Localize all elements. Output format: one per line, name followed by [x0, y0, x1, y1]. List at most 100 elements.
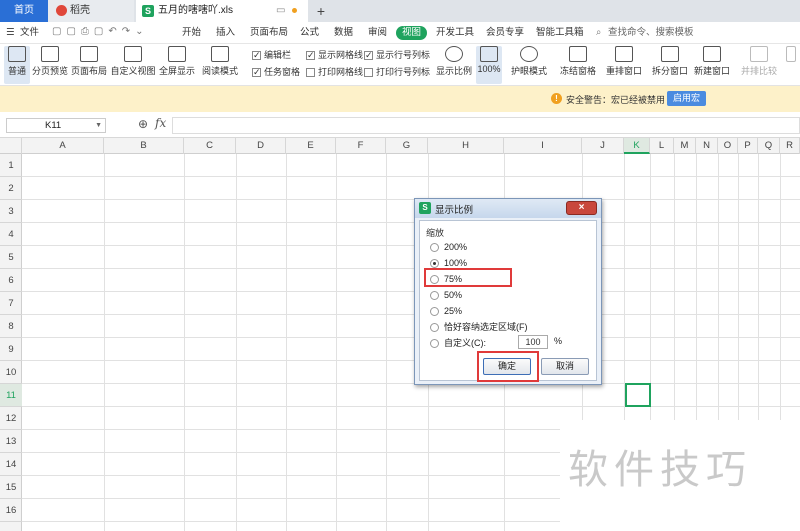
- menu-file[interactable]: 文件: [20, 26, 39, 40]
- radio-custom[interactable]: 自定义(C):: [430, 337, 486, 350]
- menu-formula[interactable]: 公式: [300, 26, 319, 40]
- checkbox-gridlines[interactable]: 显示网格线: [306, 49, 363, 62]
- zoom-icon: [445, 46, 463, 62]
- row-header[interactable]: 14: [0, 453, 22, 476]
- spreadsheet-icon: S: [142, 5, 154, 17]
- column-header[interactable]: O: [718, 138, 738, 154]
- cancel-button[interactable]: 取消: [541, 358, 589, 375]
- checkbox-print-headings[interactable]: 打印行号列标: [364, 66, 430, 79]
- radio-50[interactable]: 50%: [430, 289, 462, 302]
- fx-icon[interactable]: fx: [155, 116, 166, 130]
- page-layout-button[interactable]: 页面布局: [70, 46, 108, 84]
- close-button[interactable]: ×: [566, 201, 597, 215]
- column-header[interactable]: L: [650, 138, 674, 154]
- column-header[interactable]: D: [236, 138, 286, 154]
- tab-daoke-label: 稻壳: [70, 5, 90, 16]
- security-warning-bar: ! 安全警告：宏已经被禁用 启用宏: [0, 86, 800, 112]
- row-header[interactable]: 8: [0, 315, 22, 338]
- dialog-titlebar[interactable]: S 显示比例 ×: [415, 199, 601, 218]
- column-header[interactable]: B: [104, 138, 184, 154]
- row-header[interactable]: 7: [0, 292, 22, 315]
- monitor-icon[interactable]: ▭: [276, 0, 285, 22]
- zoom-ratio-button[interactable]: 显示比例: [434, 46, 474, 84]
- ribbon-more-icon[interactable]: [784, 46, 798, 84]
- radio-25[interactable]: 25%: [430, 305, 462, 318]
- column-header[interactable]: M: [674, 138, 696, 154]
- freeze-panes-button[interactable]: 冻结窗格: [556, 46, 600, 84]
- row-header[interactable]: 10: [0, 361, 22, 384]
- menu-smart-tools[interactable]: 智能工具箱: [536, 26, 584, 40]
- select-all-corner[interactable]: [0, 138, 22, 154]
- custom-view-button[interactable]: 自定义视图: [110, 46, 156, 84]
- dialog-title: 显示比例: [435, 205, 474, 216]
- radio-fit-selection[interactable]: 恰好容纳选定区域(F): [430, 321, 528, 334]
- column-header[interactable]: R: [780, 138, 800, 154]
- hamburger-icon[interactable]: ☰: [6, 26, 15, 40]
- column-header[interactable]: A: [22, 138, 104, 154]
- checkbox-task-pane[interactable]: 任务窗格: [252, 66, 300, 79]
- warning-icon: !: [551, 93, 562, 104]
- row-header[interactable]: 2: [0, 177, 22, 200]
- menu-developer[interactable]: 开发工具: [436, 26, 474, 40]
- column-header[interactable]: G: [386, 138, 428, 154]
- column-header[interactable]: H: [428, 138, 504, 154]
- new-tab-button[interactable]: +: [312, 0, 330, 22]
- menu-insert[interactable]: 插入: [216, 26, 235, 40]
- column-header[interactable]: J: [582, 138, 624, 154]
- split-window-button[interactable]: 拆分窗口: [650, 46, 690, 84]
- column-header[interactable]: P: [738, 138, 758, 154]
- checkbox-print-gridlines[interactable]: 打印网格线: [306, 66, 363, 79]
- magnifier-icon[interactable]: ⊕: [138, 117, 148, 131]
- row-header[interactable]: 4: [0, 223, 22, 246]
- arrange-windows-button[interactable]: 重排窗口: [604, 46, 644, 84]
- split-icon: [661, 46, 679, 62]
- checkbox-headings[interactable]: 显示行号列标: [364, 49, 430, 62]
- row-header[interactable]: 16: [0, 499, 22, 522]
- radio-200[interactable]: 200%: [430, 241, 467, 254]
- column-header[interactable]: F: [336, 138, 386, 154]
- tab-daoke[interactable]: 稻壳: [48, 0, 134, 22]
- row-header-active[interactable]: 11: [0, 384, 22, 407]
- row-header[interactable]: 6: [0, 269, 22, 292]
- row-header[interactable]: 13: [0, 430, 22, 453]
- fullscreen-icon: [168, 46, 186, 62]
- row-header[interactable]: 12: [0, 407, 22, 430]
- new-window-button[interactable]: 新建窗口: [692, 46, 732, 84]
- enable-macro-button[interactable]: 启用宏: [667, 91, 707, 106]
- menu-data[interactable]: 数据: [334, 26, 353, 40]
- row-header[interactable]: 3: [0, 200, 22, 223]
- tab-document[interactable]: S 五月的嗐嗐吖.xls ▭: [136, 0, 308, 22]
- zoom-100-button[interactable]: 100%: [476, 46, 502, 84]
- name-box[interactable]: K11 ▼: [6, 118, 106, 133]
- page-break-preview-button[interactable]: 分页预览: [32, 46, 68, 84]
- menu-start[interactable]: 开始: [182, 26, 201, 40]
- command-search[interactable]: 查找命令、搜索模板: [608, 26, 694, 40]
- column-header[interactable]: E: [286, 138, 336, 154]
- column-header-active[interactable]: K: [624, 138, 650, 154]
- active-cell[interactable]: [625, 383, 651, 407]
- checkbox-formula-bar[interactable]: 编辑栏: [252, 49, 291, 62]
- cell-reference: K11: [45, 120, 62, 131]
- menu-member[interactable]: 会员专享: [486, 26, 524, 40]
- row-header[interactable]: 9: [0, 338, 22, 361]
- column-header[interactable]: C: [184, 138, 236, 154]
- column-header[interactable]: I: [504, 138, 582, 154]
- fullscreen-button[interactable]: 全屏显示: [158, 46, 196, 84]
- normal-view-button[interactable]: 普通: [4, 46, 30, 84]
- custom-zoom-input[interactable]: 100: [518, 335, 548, 349]
- menu-review[interactable]: 审阅: [368, 26, 387, 40]
- arrange-icon: [615, 46, 633, 62]
- row-header[interactable]: 5: [0, 246, 22, 269]
- side-by-side-button[interactable]: 并排比较: [740, 46, 778, 84]
- tab-home[interactable]: 首页: [0, 0, 48, 22]
- menu-page-layout[interactable]: 页面布局: [250, 26, 288, 40]
- menu-view[interactable]: 视图: [396, 26, 428, 40]
- quick-access-icons[interactable]: ▢▢⎙▢↶↷⌄: [52, 26, 148, 40]
- row-header[interactable]: 15: [0, 476, 22, 499]
- row-header[interactable]: 1: [0, 154, 22, 177]
- formula-input[interactable]: [172, 117, 800, 134]
- reading-mode-button[interactable]: 阅读模式: [198, 46, 242, 84]
- column-header[interactable]: Q: [758, 138, 780, 154]
- eye-protection-button[interactable]: 护眼模式: [510, 46, 548, 84]
- column-header[interactable]: N: [696, 138, 718, 154]
